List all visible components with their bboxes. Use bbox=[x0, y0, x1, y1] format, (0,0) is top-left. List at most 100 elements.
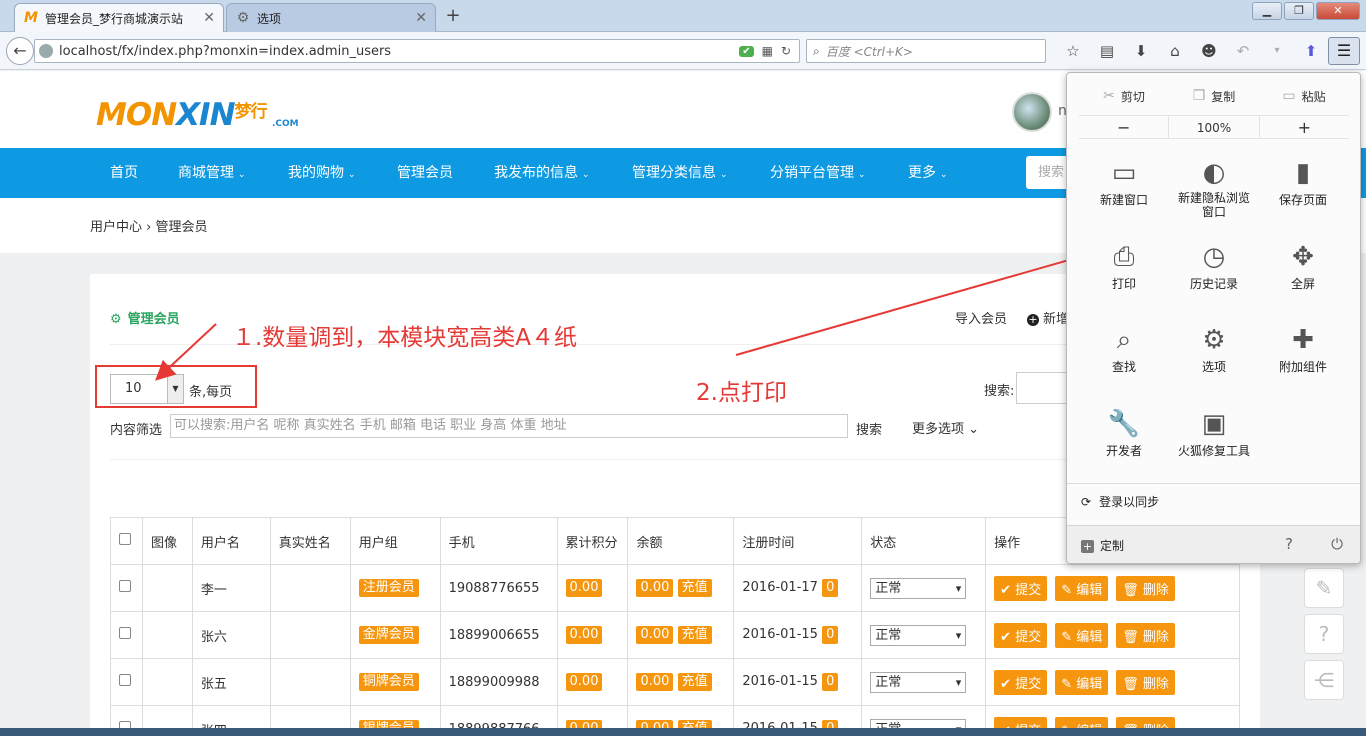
submit-button[interactable]: ✔ 提交 bbox=[994, 575, 1048, 601]
menu-developer[interactable]: 🔧 开发者 bbox=[1079, 406, 1169, 459]
menu-print[interactable]: ⎙ 打印 bbox=[1079, 239, 1169, 292]
edit-pencil-icon[interactable]: ✎ bbox=[1304, 568, 1344, 608]
home-icon[interactable]: ⌂ bbox=[1158, 40, 1192, 62]
import-members-link[interactable]: 导入会员 bbox=[955, 308, 1007, 327]
upload-arrow-icon[interactable]: ⬆ bbox=[1294, 40, 1328, 62]
share-icon[interactable]: ⋲ bbox=[1304, 660, 1344, 700]
recharge-button[interactable]: 充值 bbox=[677, 626, 712, 644]
recharge-button[interactable]: 充值 bbox=[677, 579, 712, 597]
more-options-toggle[interactable]: 更多选项 ⌄ bbox=[912, 418, 979, 437]
zoom-reset-button[interactable]: 100% bbox=[1168, 116, 1260, 138]
balance-badge[interactable]: 0.00 bbox=[636, 626, 674, 644]
nav-manage-classified[interactable]: 管理分类信息 ⌄ bbox=[632, 148, 728, 198]
edit-button[interactable]: ✎ 编辑 bbox=[1055, 575, 1109, 601]
balance-badge[interactable]: 0.00 bbox=[636, 673, 674, 691]
shield-icon[interactable]: ✔ bbox=[739, 45, 754, 57]
menu-options[interactable]: ⚙ 选项 bbox=[1169, 322, 1259, 375]
menu-history[interactable]: ◷ 历史记录 bbox=[1169, 239, 1259, 292]
add-member-link[interactable]: + 新增 bbox=[1027, 308, 1069, 327]
date-count-badge[interactable]: 0 bbox=[822, 579, 839, 597]
menu-new-window[interactable]: ▭ 新建窗口 bbox=[1079, 155, 1169, 208]
delete-button[interactable]: 🗑 删除 bbox=[1116, 669, 1175, 695]
open-menu-button[interactable]: ☰ bbox=[1328, 37, 1360, 65]
edit-button[interactable]: ✎ 编辑 bbox=[1055, 622, 1109, 648]
menu-repair-tool[interactable]: ▣ 火狐修复工具 bbox=[1169, 406, 1259, 459]
row-checkbox[interactable] bbox=[119, 674, 131, 686]
points-badge[interactable]: 0.00 bbox=[565, 626, 603, 644]
zoom-in-button[interactable]: + bbox=[1260, 116, 1349, 138]
points-badge[interactable]: 0.00 bbox=[565, 579, 603, 597]
column-header[interactable]: 手机 bbox=[439, 517, 558, 565]
close-tab-icon[interactable]: ✕ bbox=[415, 10, 427, 26]
menu-private-window[interactable]: ◐ 新建隐私浏览窗口 bbox=[1169, 155, 1259, 219]
nav-my-posts[interactable]: 我发布的信息 ⌄ bbox=[494, 148, 590, 198]
menu-addons[interactable]: ✚ 附加组件 bbox=[1258, 322, 1348, 375]
row-checkbox[interactable] bbox=[119, 580, 131, 592]
delete-button[interactable]: 🗑 删除 bbox=[1116, 575, 1175, 601]
status-select[interactable]: 正常 bbox=[870, 624, 967, 646]
power-icon[interactable]: ⏻ bbox=[1327, 534, 1347, 554]
close-window-button[interactable]: ✕ bbox=[1316, 2, 1360, 20]
help-icon[interactable]: ? bbox=[1279, 534, 1299, 554]
menu-find[interactable]: ⌕ 查找 bbox=[1079, 322, 1169, 375]
back-button[interactable]: ← bbox=[6, 37, 34, 65]
delete-button[interactable]: 🗑 删除 bbox=[1116, 622, 1175, 648]
dropdown-icon[interactable]: ▾ bbox=[1260, 40, 1294, 62]
column-header[interactable]: 余额 bbox=[627, 517, 735, 565]
new-tab-button[interactable]: + bbox=[442, 5, 464, 27]
nav-more[interactable]: 更多 ⌄ bbox=[908, 148, 948, 198]
status-select[interactable]: 正常 bbox=[870, 577, 967, 599]
reading-list-icon[interactable]: ▤ bbox=[1090, 40, 1124, 62]
undo-icon[interactable]: ↶ bbox=[1226, 40, 1260, 62]
column-header[interactable]: 图像 bbox=[141, 517, 193, 565]
menu-save-page[interactable]: ▮ 保存页面 bbox=[1258, 155, 1348, 208]
menu-fullscreen[interactable]: ✥ 全屏 bbox=[1258, 239, 1348, 292]
nav-home[interactable]: 首页 bbox=[110, 148, 138, 198]
column-header[interactable]: 状态 bbox=[861, 517, 987, 565]
avatar[interactable] bbox=[1012, 92, 1052, 132]
filter-input[interactable]: 可以搜索:用户名 呢称 真实姓名 手机 邮箱 电话 职业 身高 体重 地址 bbox=[170, 414, 848, 438]
qr-code-icon[interactable]: ▦ bbox=[762, 44, 773, 58]
filter-search-button[interactable]: 搜索 bbox=[856, 419, 882, 438]
reload-icon[interactable]: ↻ bbox=[781, 44, 791, 58]
smiley-icon[interactable]: ☻ bbox=[1192, 40, 1226, 62]
date-count-badge[interactable]: 0 bbox=[822, 626, 839, 644]
points-badge[interactable]: 0.00 bbox=[565, 673, 603, 691]
zoom-out-button[interactable]: − bbox=[1079, 116, 1168, 138]
minimize-button[interactable]: ▁ bbox=[1252, 2, 1282, 20]
tab-admin-users[interactable]: M 管理会员_梦行商城演示站 ✕ bbox=[14, 3, 224, 32]
sign-in-sync[interactable]: ⟳ 登录以同步 bbox=[1081, 493, 1159, 510]
group-badge[interactable]: 铜牌会员 bbox=[358, 673, 419, 691]
tab-options[interactable]: ⚙ 选项 ✕ bbox=[226, 3, 436, 32]
date-count-badge[interactable]: 0 bbox=[822, 673, 839, 691]
column-header[interactable]: 注册时间 bbox=[733, 517, 863, 565]
nav-manage-members[interactable]: 管理会员 bbox=[397, 148, 453, 198]
select-all-checkbox[interactable] bbox=[119, 533, 131, 545]
cut-button[interactable]: ✂ 剪切 bbox=[1079, 85, 1169, 107]
copy-button[interactable]: ❐ 复制 bbox=[1169, 85, 1259, 107]
column-header[interactable]: 真实姓名 bbox=[269, 517, 351, 565]
submit-button[interactable]: ✔ 提交 bbox=[994, 622, 1048, 648]
group-badge[interactable]: 金牌会员 bbox=[358, 626, 419, 644]
close-tab-icon[interactable]: ✕ bbox=[203, 10, 215, 26]
edit-button[interactable]: ✎ 编辑 bbox=[1055, 669, 1109, 695]
nav-shop-admin[interactable]: 商城管理 ⌄ bbox=[178, 148, 246, 198]
paste-button[interactable]: ▭ 粘贴 bbox=[1259, 85, 1349, 107]
download-icon[interactable]: ⬇ bbox=[1124, 40, 1158, 62]
search-bar[interactable]: ⌕ 百度 <Ctrl+K> bbox=[806, 39, 1046, 63]
address-bar[interactable]: localhost/fx/index.php?monxin=index.admi… bbox=[34, 39, 800, 63]
breadcrumb[interactable]: 用户中心 › 管理会员 bbox=[90, 216, 207, 235]
status-select[interactable]: 正常 bbox=[870, 671, 967, 693]
site-logo[interactable]: MONXIN梦行 .COM bbox=[96, 97, 299, 133]
column-header[interactable]: 累计积分 bbox=[556, 517, 629, 565]
column-header[interactable]: 用户组 bbox=[349, 517, 441, 565]
group-badge[interactable]: 注册会员 bbox=[358, 579, 419, 597]
balance-badge[interactable]: 0.00 bbox=[636, 579, 674, 597]
nav-distribution[interactable]: 分销平台管理 ⌄ bbox=[770, 148, 866, 198]
column-header[interactable]: 用户名 bbox=[191, 517, 271, 565]
recharge-button[interactable]: 充值 bbox=[677, 673, 712, 691]
help-question-icon[interactable]: ? bbox=[1304, 614, 1344, 654]
row-checkbox[interactable] bbox=[119, 627, 131, 639]
nav-my-shopping[interactable]: 我的购物 ⌄ bbox=[288, 148, 356, 198]
bookmark-star-icon[interactable]: ☆ bbox=[1056, 40, 1090, 62]
